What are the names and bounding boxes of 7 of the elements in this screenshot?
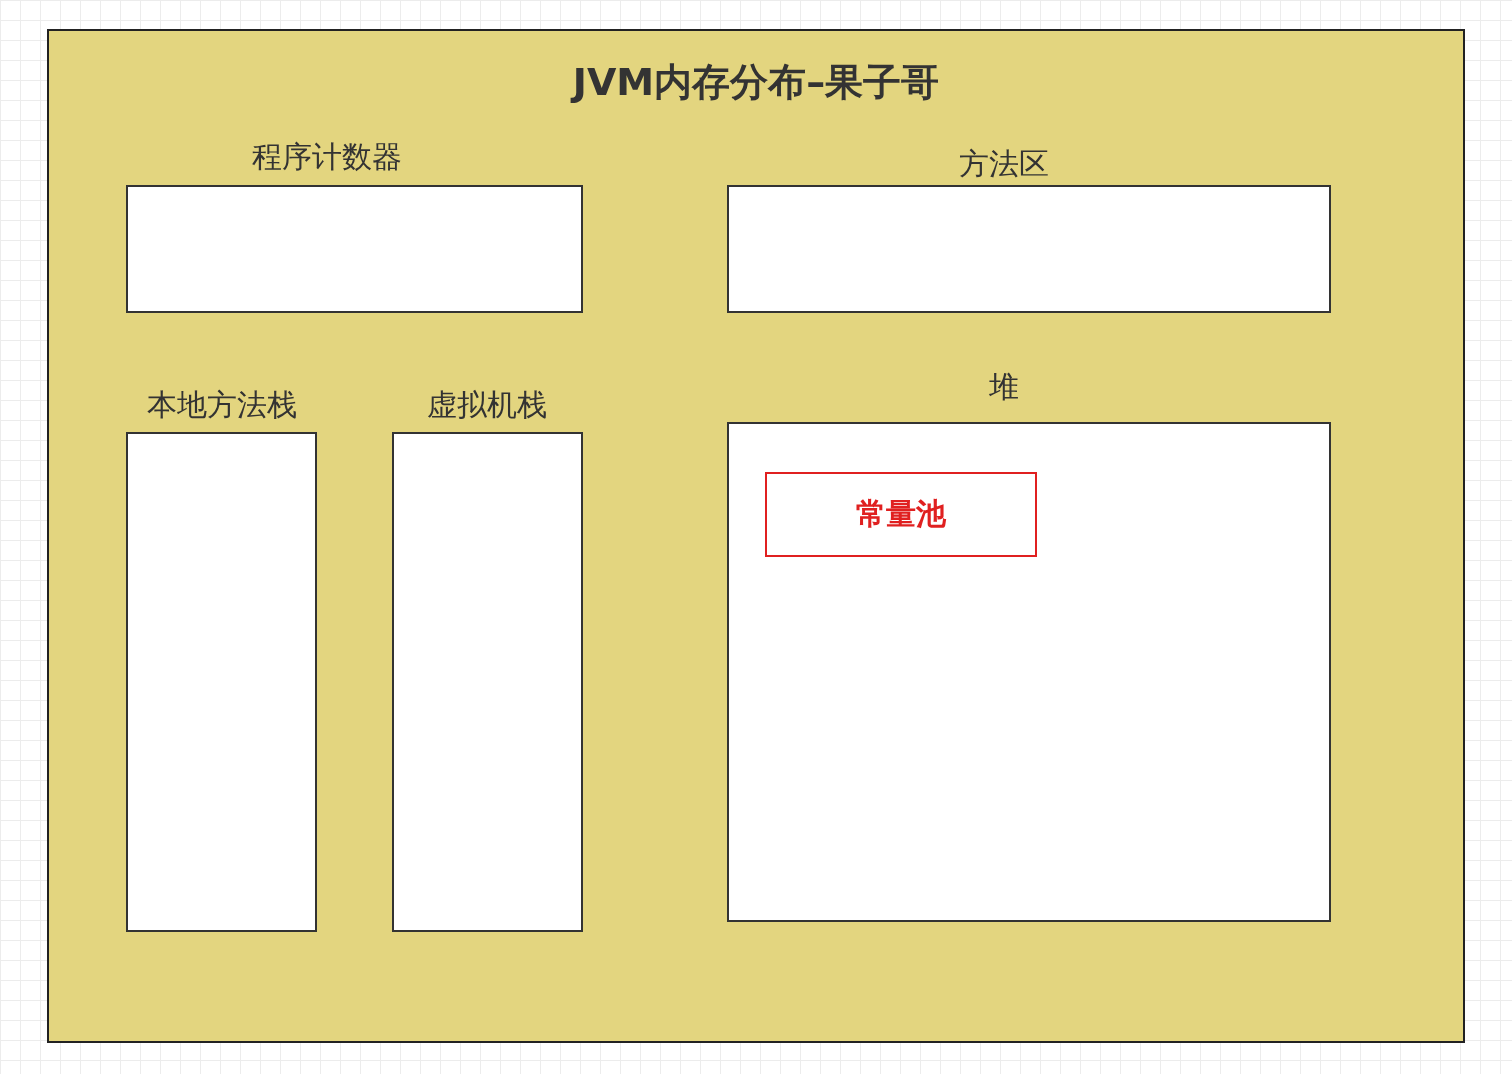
region-label: 本地方法栈 bbox=[146, 386, 298, 424]
region-label: 方法区 bbox=[958, 145, 1050, 183]
region-label: 程序计数器 bbox=[251, 138, 403, 176]
region-label: 虚拟机栈 bbox=[426, 386, 548, 424]
region-label: 堆 bbox=[988, 368, 1020, 406]
diagram-title: JVM内存分布–果子哥 bbox=[569, 59, 941, 106]
constant-pool-label: 常量池 bbox=[856, 495, 946, 533]
